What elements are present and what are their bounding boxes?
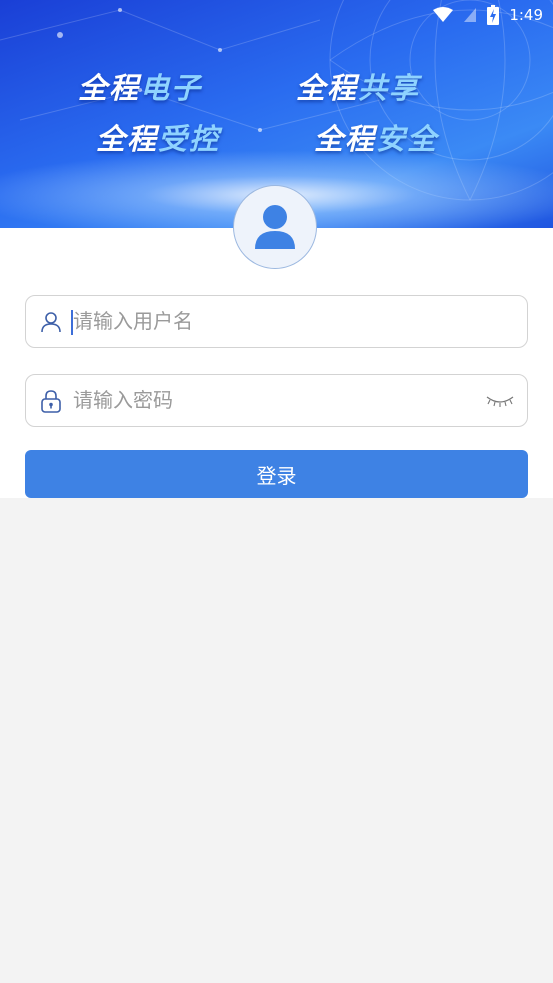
lock-icon [41, 390, 61, 413]
user-avatar-icon [255, 205, 295, 249]
slogan-controlled: 全程受控 [96, 122, 221, 156]
login-button[interactable]: 登录 [25, 450, 528, 498]
status-time: 1:49 [509, 6, 543, 24]
status-bar: 1:49 [433, 4, 543, 26]
slogan-electronic: 全程电子 [78, 71, 203, 105]
slogan-secure: 全程安全 [314, 122, 439, 156]
slogan-row-1: 全程电子 全程共享 [0, 65, 553, 105]
avatar [233, 185, 317, 269]
password-field[interactable]: 请输入密码 [25, 374, 528, 427]
username-placeholder: 请输入用户名 [73, 309, 193, 333]
user-icon [41, 312, 61, 333]
password-placeholder: 请输入密码 [73, 388, 173, 412]
slogan-row-2: 全程受控 全程安全 [0, 116, 553, 156]
signal-icon [464, 8, 477, 22]
battery-charging-icon [487, 5, 500, 25]
slogan-shared: 全程共享 [296, 71, 421, 105]
wifi-icon [433, 7, 454, 22]
eye-closed-icon[interactable] [485, 391, 515, 411]
username-field[interactable]: 请输入用户名 [25, 295, 528, 348]
